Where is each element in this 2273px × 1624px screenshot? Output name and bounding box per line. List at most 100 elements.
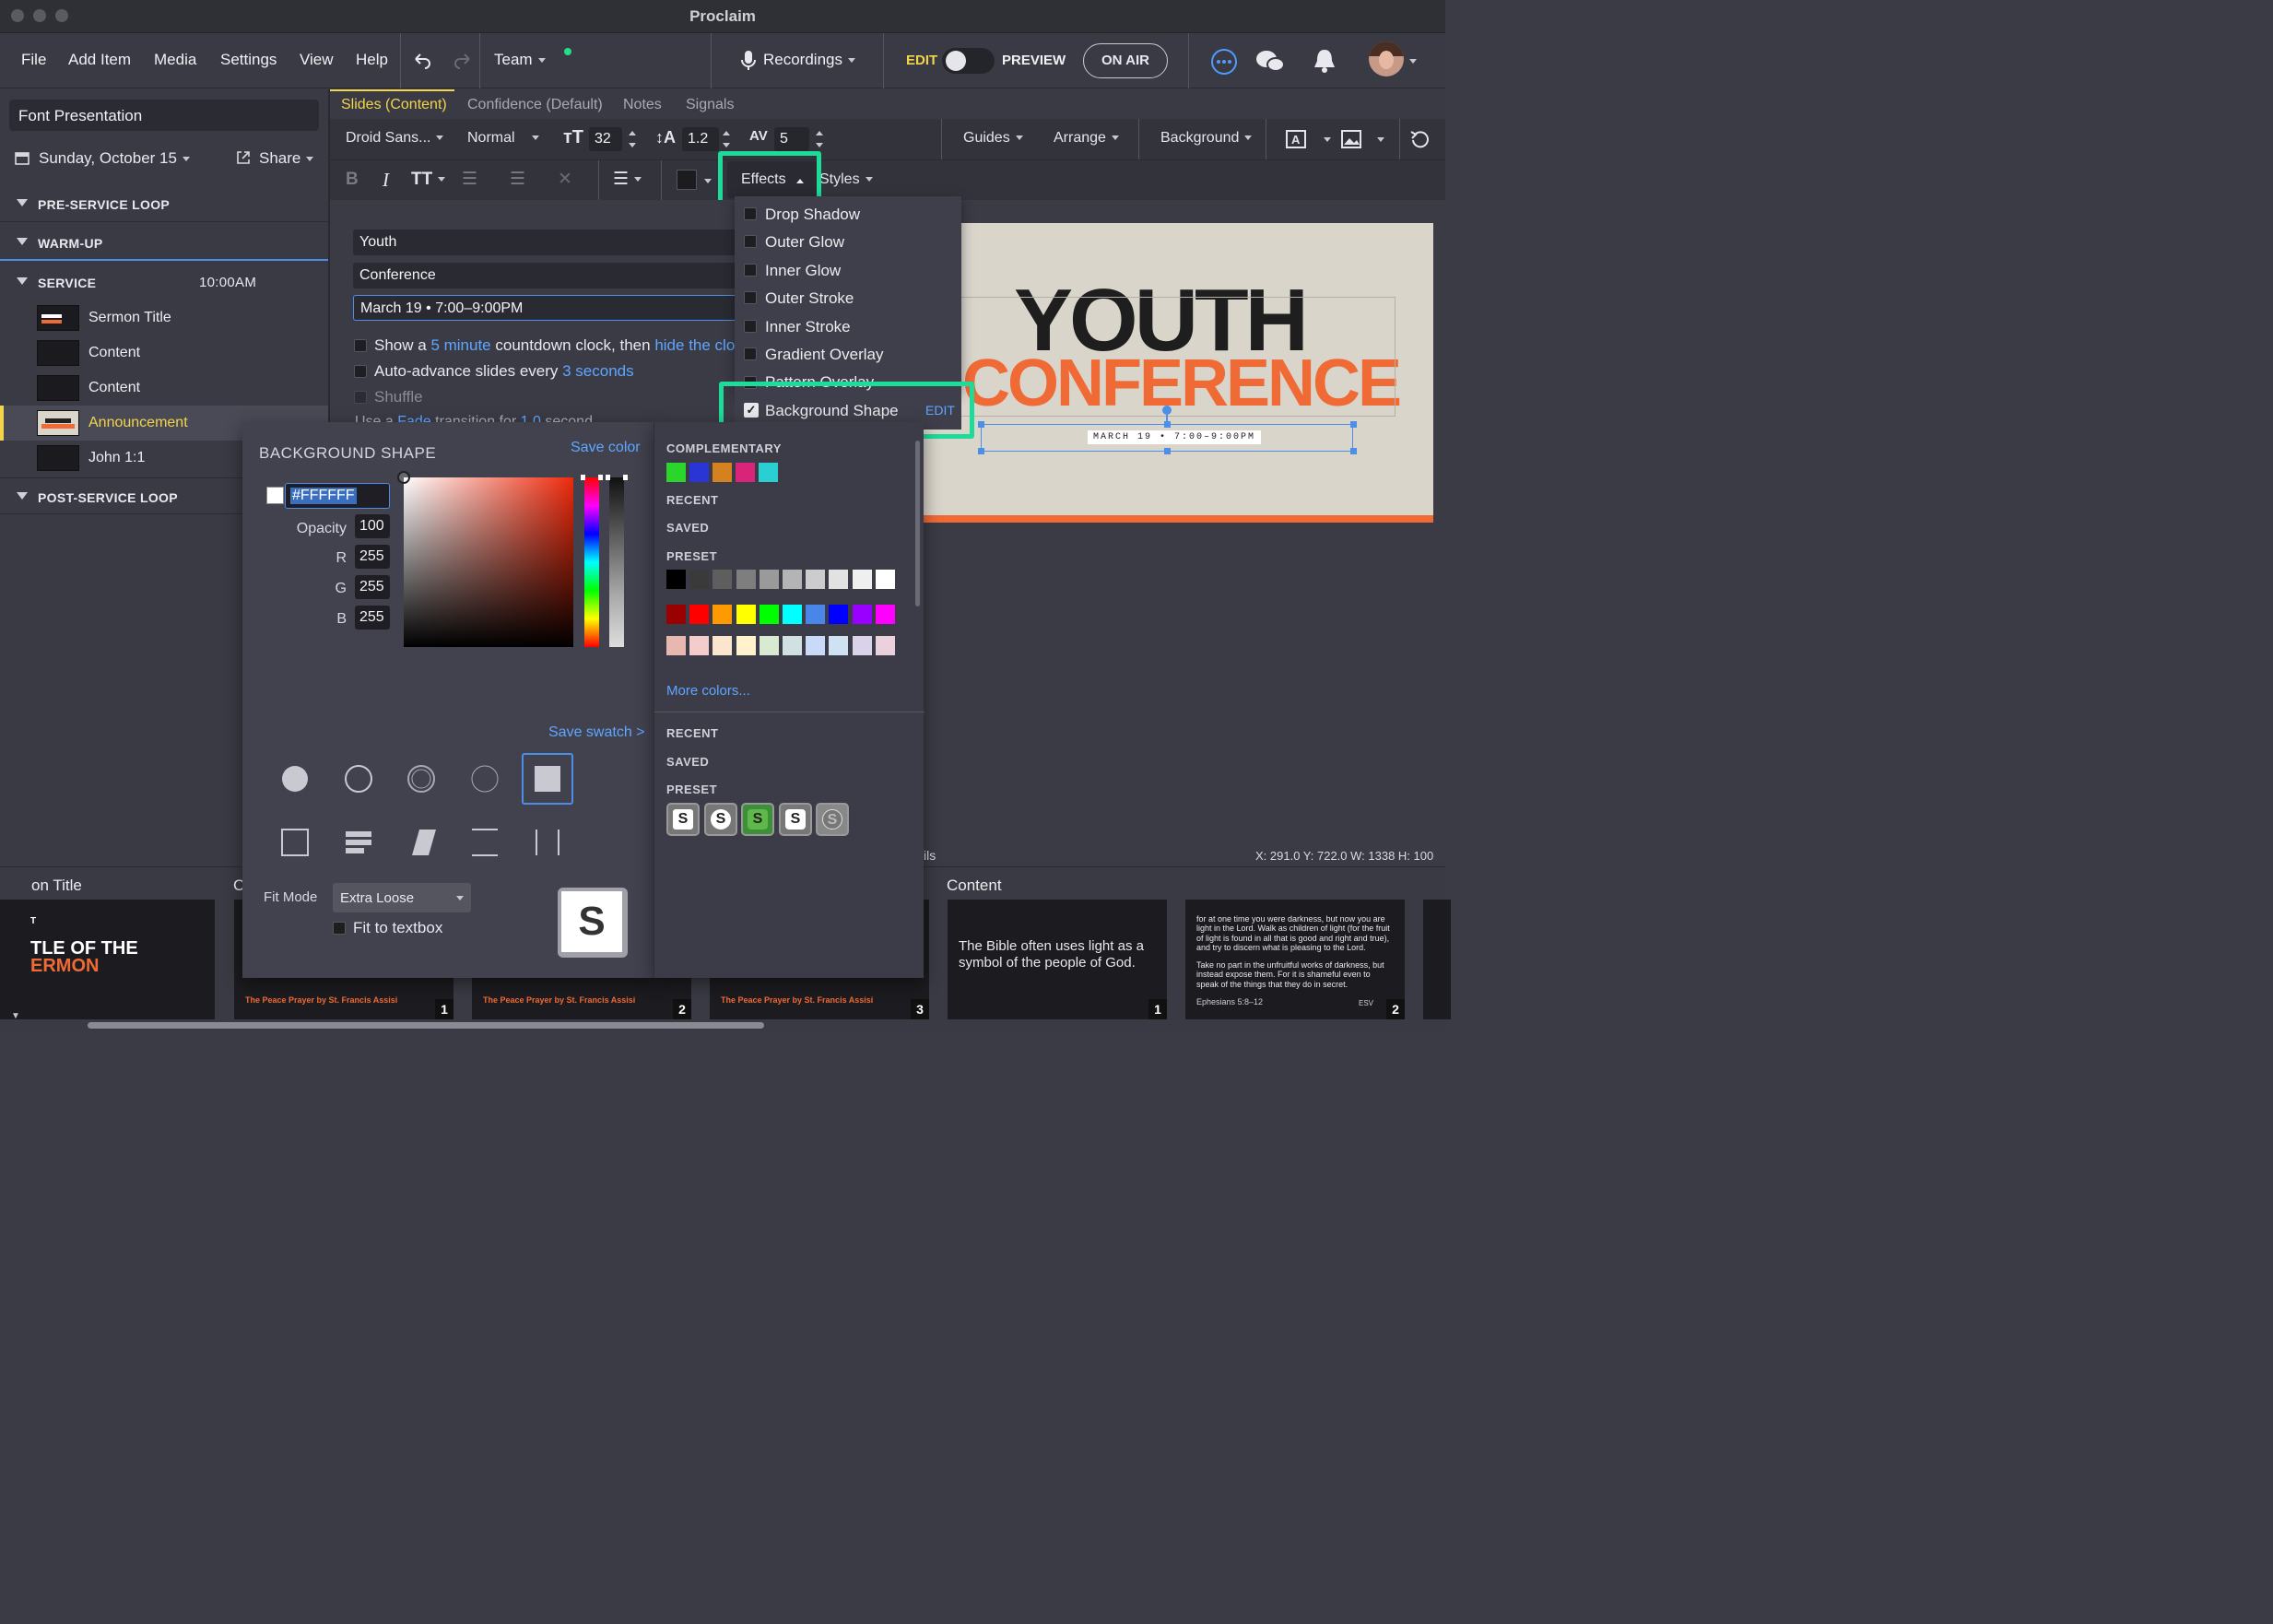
color-picker-handle[interactable] (397, 471, 410, 484)
section-warm-up[interactable]: WARM-UP (0, 224, 328, 261)
menu-item-inner-stroke[interactable]: Inner Stroke (765, 318, 851, 336)
color-swatch[interactable] (713, 605, 733, 624)
color-swatch[interactable] (759, 605, 779, 624)
text-color-swatch[interactable] (677, 170, 697, 190)
countdown-action-link[interactable]: hide the clo (654, 336, 735, 354)
font-weight-dropdown[interactable]: Normal (467, 130, 539, 147)
color-swatch[interactable] (713, 463, 732, 482)
tab-confidence[interactable]: Confidence (Default) (467, 97, 603, 113)
filmstrip-slide[interactable]: The Bible often uses light as a symbol o… (948, 900, 1167, 1019)
menu-item-gradient-overlay[interactable]: Gradient Overlay (765, 346, 884, 364)
resize-handle[interactable] (1350, 421, 1357, 428)
outer-glow-checkbox[interactable] (744, 235, 757, 248)
shape-circle-double-button[interactable] (395, 753, 447, 805)
indent-dropdown[interactable]: ☰ (510, 169, 525, 190)
color-swatch[interactable] (783, 605, 802, 624)
filmstrip-slide[interactable]: for at one time you were darkness, but n… (1185, 900, 1405, 1019)
tab-signals[interactable]: Signals (686, 97, 734, 113)
user-avatar[interactable] (1369, 41, 1404, 76)
color-swatch[interactable] (852, 636, 872, 655)
shuffle-checkbox[interactable] (354, 391, 367, 404)
color-swatch[interactable] (829, 636, 849, 655)
swatch-scrollbar[interactable] (915, 441, 920, 606)
fit-mode-dropdown[interactable]: Extra Loose (333, 883, 471, 912)
undo-icon[interactable] (412, 52, 432, 70)
bullet-list-dropdown[interactable]: ☰ (462, 169, 477, 190)
color-swatch[interactable] (852, 605, 872, 624)
color-swatch[interactable] (806, 570, 826, 589)
presentation-name-field[interactable]: Font Presentation (9, 100, 319, 131)
countdown-duration-link[interactable]: 5 minute (430, 336, 490, 354)
text-line-3[interactable]: March 19 • 7:00–9:00PM (353, 295, 740, 321)
style-preset-outline-square[interactable]: S (779, 803, 812, 836)
color-swatch[interactable] (689, 570, 710, 589)
resize-handle[interactable] (1164, 448, 1171, 454)
shape-circle-filled-button[interactable] (269, 753, 321, 805)
text-case-dropdown[interactable]: TT (411, 170, 446, 190)
color-swatch[interactable] (713, 636, 733, 655)
color-swatch[interactable] (806, 636, 826, 655)
resize-handle[interactable] (1164, 421, 1171, 428)
service-date-dropdown[interactable]: Sunday, October 15 (39, 149, 190, 168)
menu-help[interactable]: Help (356, 51, 388, 69)
redo-icon[interactable] (453, 52, 473, 70)
on-air-button[interactable]: ON AIR (1083, 43, 1168, 78)
resize-handle[interactable] (1350, 448, 1357, 454)
font-family-dropdown[interactable]: Droid Sans... (346, 130, 444, 147)
menu-add-item[interactable]: Add Item (68, 51, 131, 69)
red-input[interactable]: 255 (355, 545, 390, 569)
inner-stroke-checkbox[interactable] (744, 320, 757, 333)
green-input[interactable]: 255 (355, 575, 390, 599)
chat-icon[interactable] (1255, 48, 1285, 76)
shape-square-filled-button[interactable] (522, 753, 573, 805)
opacity-slider[interactable] (609, 477, 624, 647)
shape-circle-thin-button[interactable] (459, 753, 511, 805)
shape-square-outline-button[interactable] (269, 817, 321, 868)
clear-format-button[interactable]: ✕ (558, 169, 572, 190)
color-swatch[interactable] (736, 605, 756, 624)
menu-settings[interactable]: Settings (220, 51, 277, 69)
letter-spacing-input[interactable]: 5 (774, 127, 809, 151)
style-preset-circle[interactable]: S (704, 803, 737, 836)
text-box-icon[interactable]: A (1285, 129, 1307, 149)
menu-item-inner-glow[interactable]: Inner Glow (765, 262, 841, 280)
shape-vertical-lines-button[interactable] (522, 817, 573, 868)
blue-input[interactable]: 255 (355, 606, 390, 630)
letter-spacing-stepper[interactable] (815, 127, 824, 151)
color-swatch[interactable] (736, 463, 755, 482)
line-height-input[interactable]: 1.2 (682, 127, 719, 151)
drop-shadow-checkbox[interactable] (744, 207, 757, 220)
color-swatch[interactable] (783, 570, 802, 589)
inner-glow-checkbox[interactable] (744, 264, 757, 277)
team-dropdown[interactable]: Team (494, 51, 546, 69)
edit-preview-toggle[interactable] (942, 48, 995, 74)
color-swatch[interactable] (736, 570, 756, 589)
filmstrip-slide[interactable] (1423, 900, 1451, 1019)
shape-circle-outline-button[interactable] (333, 753, 384, 805)
menu-view[interactable]: View (300, 51, 334, 69)
more-colors-link[interactable]: More colors... (666, 683, 750, 699)
filmstrip-scrollbar[interactable] (88, 1022, 764, 1029)
font-size-input[interactable]: 32 (589, 127, 622, 151)
resize-handle[interactable] (978, 421, 984, 428)
opacity-slider-handle[interactable] (606, 475, 628, 480)
list-item[interactable]: Content (0, 371, 328, 406)
color-swatch[interactable] (666, 463, 686, 482)
menu-item-drop-shadow[interactable]: Drop Shadow (765, 206, 860, 224)
save-color-link[interactable]: Save color (571, 440, 641, 456)
color-swatch[interactable] (666, 570, 686, 589)
arrange-dropdown[interactable]: Arrange (1054, 130, 1119, 147)
hex-input[interactable]: #FFFFFF (285, 483, 390, 509)
fit-to-textbox-checkbox[interactable] (333, 922, 346, 935)
shape-line-bars-button[interactable] (333, 817, 384, 868)
color-swatch[interactable] (829, 570, 849, 589)
color-swatch[interactable] (713, 570, 733, 589)
hue-slider-handle[interactable] (581, 475, 603, 480)
section-service[interactable]: SERVICE 10:00AM (0, 264, 328, 300)
list-item[interactable]: Sermon Title (0, 300, 328, 335)
menu-file[interactable]: File (21, 51, 46, 69)
style-preset-gray-circle[interactable]: S (816, 803, 849, 836)
countdown-checkbox[interactable] (354, 339, 367, 352)
color-swatch[interactable] (759, 570, 779, 589)
color-swatch[interactable] (806, 605, 826, 624)
